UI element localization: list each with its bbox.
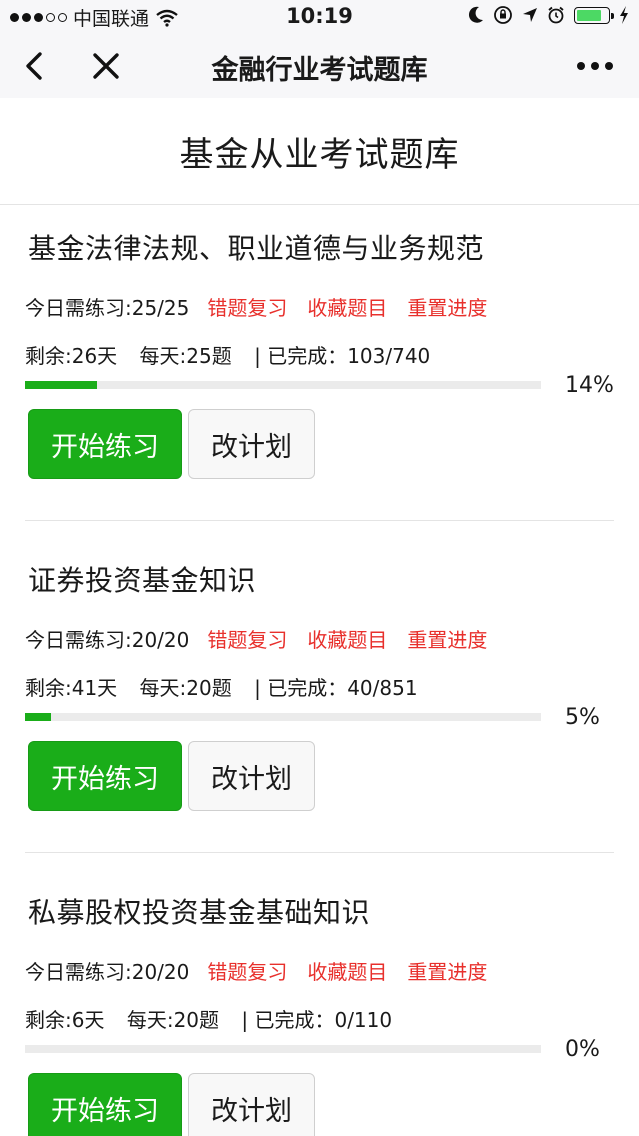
- reset-progress-link[interactable]: 重置进度: [407, 292, 487, 321]
- nav-bar: 金融行业考试题库: [0, 34, 639, 98]
- moon-icon: [468, 6, 483, 23]
- progress-percent: 5%: [565, 705, 600, 730]
- wrong-questions-link[interactable]: 错题复习: [207, 956, 287, 985]
- remaining-days: 剩余:26天: [25, 344, 118, 368]
- favorites-link[interactable]: 收藏题目: [307, 956, 387, 985]
- start-practice-button[interactable]: 开始练习: [28, 741, 182, 811]
- progress-bar: [25, 381, 541, 389]
- section-practice-row: 今日需练习:20/20 错题复习 收藏题目 重置进度: [25, 624, 507, 653]
- remaining-days: 剩余:41天: [25, 676, 118, 700]
- section-title: 私募股权投资基金基础知识: [28, 896, 371, 929]
- daily-quota: 每天:25题: [139, 344, 232, 368]
- progress-percent: 0%: [565, 1037, 600, 1062]
- today-practice-count: 今日需练习:20/20: [25, 628, 190, 652]
- start-practice-button[interactable]: 开始练习: [28, 1073, 182, 1136]
- status-right: [468, 5, 629, 25]
- wrong-questions-link[interactable]: 错题复习: [207, 624, 287, 653]
- change-plan-button[interactable]: 改计划: [188, 409, 315, 479]
- charging-icon: [620, 6, 628, 24]
- section-title: 基金法律法规、职业道德与业务规范: [28, 232, 485, 265]
- exam-section-2: 证券投资基金知识 今日需练习:20/20 错题复习 收藏题目 重置进度 剩余:4…: [25, 521, 614, 853]
- start-practice-button[interactable]: 开始练习: [28, 409, 182, 479]
- change-plan-button[interactable]: 改计划: [188, 1073, 315, 1136]
- more-dots-icon[interactable]: [577, 62, 613, 70]
- progress-bar: [25, 713, 541, 721]
- progress-fill: [25, 713, 51, 721]
- section-stats-row: 剩余:6天 每天:20题 | 已完成：0/110: [25, 1004, 408, 1033]
- section-stats-row: 剩余:26天 每天:25题 | 已完成：103/740: [25, 340, 446, 369]
- section-practice-row: 今日需练习:20/20 错题复习 收藏题目 重置进度: [25, 956, 507, 985]
- reset-progress-link[interactable]: 重置进度: [407, 956, 487, 985]
- nav-title: 金融行业考试题库: [211, 55, 428, 86]
- progress-bar: [25, 1045, 541, 1053]
- change-plan-button[interactable]: 改计划: [188, 741, 315, 811]
- battery-icon: [574, 6, 614, 24]
- section-practice-row: 今日需练习:25/25 错题复习 收藏题目 重置进度: [25, 292, 507, 321]
- battery-level-fill: [577, 9, 601, 21]
- daily-quota: 每天:20题: [126, 1008, 220, 1032]
- progress-fill: [25, 381, 98, 389]
- status-bar: 中国联通 10:19: [0, 0, 639, 34]
- alarm-icon: [548, 6, 564, 24]
- page-title: 基金从业考试题库: [179, 134, 460, 175]
- completed-count: | 已完成：0/110: [241, 1008, 393, 1032]
- section-stats-row: 剩余:41天 每天:20题 | 已完成：40/851: [25, 672, 434, 701]
- progress-percent: 14%: [565, 373, 614, 398]
- completed-count: | 已完成：103/740: [254, 344, 431, 368]
- orientation-lock-icon: [494, 6, 512, 24]
- reset-progress-link[interactable]: 重置进度: [407, 624, 487, 653]
- section-title: 证券投资基金知识: [28, 564, 257, 597]
- wrong-questions-link[interactable]: 错题复习: [207, 292, 287, 321]
- completed-count: | 已完成：40/851: [254, 676, 418, 700]
- exam-section-3: 私募股权投资基金基础知识 今日需练习:20/20 错题复习 收藏题目 重置进度 …: [25, 853, 614, 1136]
- daily-quota: 每天:20题: [139, 676, 232, 700]
- location-arrow-icon: [523, 8, 537, 22]
- favorites-link[interactable]: 收藏题目: [307, 292, 387, 321]
- today-practice-count: 今日需练习:20/20: [25, 960, 190, 984]
- today-practice-count: 今日需练习:25/25: [25, 296, 190, 320]
- favorites-link[interactable]: 收藏题目: [307, 624, 387, 653]
- remaining-days: 剩余:6天: [25, 1008, 105, 1032]
- exam-section-1: 基金法律法规、职业道德与业务规范 今日需练习:25/25 错题复习 收藏题目 重…: [25, 189, 614, 521]
